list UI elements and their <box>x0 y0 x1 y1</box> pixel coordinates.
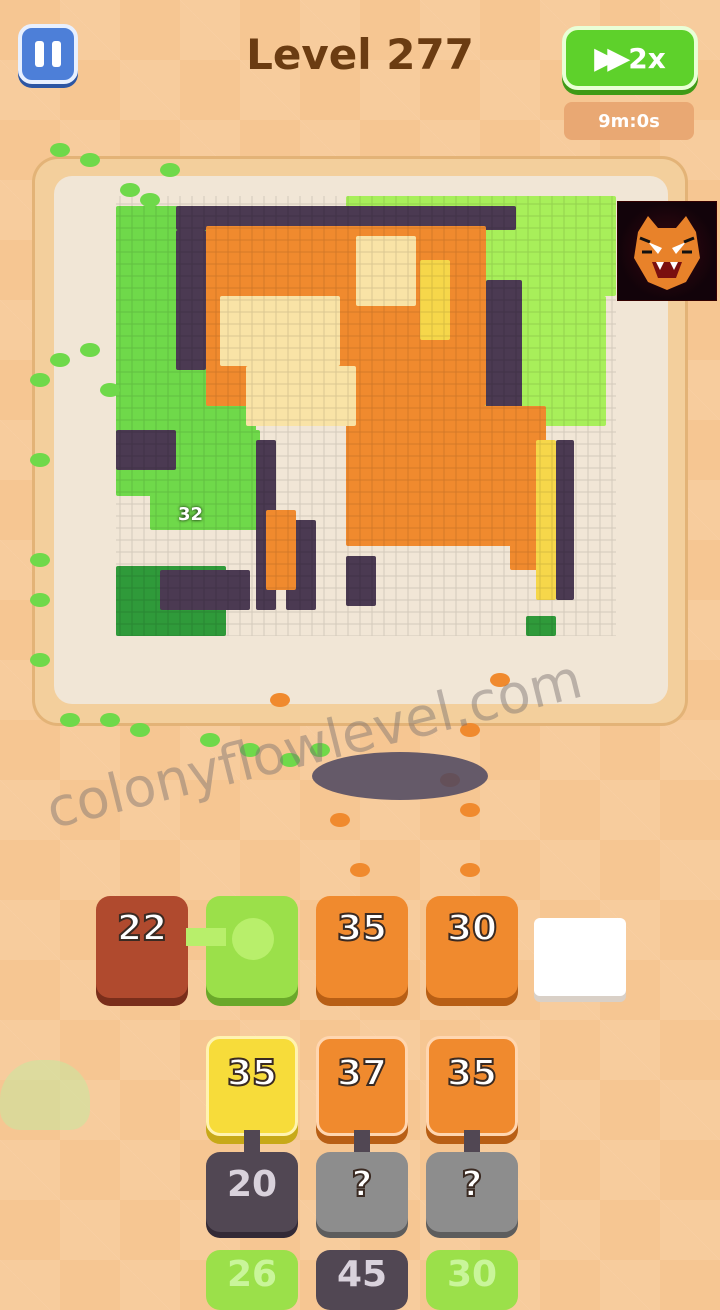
ant-icon <box>330 813 350 827</box>
slot-1[interactable]: 22 <box>96 896 188 998</box>
tiger-logo <box>617 201 717 301</box>
slot-2-knob <box>232 918 274 960</box>
queue-2-top[interactable]: 37 <box>316 1036 408 1136</box>
slot-3[interactable]: 35 <box>316 896 408 998</box>
ant-icon <box>140 193 160 207</box>
slot-4[interactable]: 30 <box>426 896 518 998</box>
slot-4-count: 30 <box>446 907 498 950</box>
ant-icon <box>30 553 50 567</box>
ant-icon <box>50 353 70 367</box>
queue-3-second-count: ? <box>461 1163 484 1206</box>
queue-3-second-hidden: ? <box>426 1152 518 1232</box>
ant-counter: 32 <box>178 504 204 525</box>
ant-icon <box>350 863 370 877</box>
ant-icon <box>100 383 120 397</box>
queue-2-third: 45 <box>316 1250 408 1310</box>
ant-icon <box>130 723 150 737</box>
ant-icon <box>30 373 50 387</box>
ant-icon <box>120 183 140 197</box>
queue-1-top[interactable]: 35 <box>206 1036 298 1136</box>
queue-2-second-count: ? <box>351 1163 374 1206</box>
decor-bush <box>0 1060 90 1130</box>
queue-1-count: 35 <box>226 1052 278 1095</box>
slot-3-count: 35 <box>336 907 388 950</box>
queue-1-third-count: 26 <box>226 1254 278 1295</box>
queue-2-count: 37 <box>336 1052 388 1095</box>
ant-icon <box>50 143 70 157</box>
ant-icon <box>160 163 180 177</box>
ant-hole <box>312 752 488 800</box>
ant-icon <box>270 693 290 707</box>
slot-2[interactable] <box>186 896 298 998</box>
queue-1-second-count: 20 <box>226 1164 278 1205</box>
ant-icon <box>460 863 480 877</box>
ant-icon <box>80 153 100 167</box>
ant-icon <box>100 713 120 727</box>
ant-icon <box>30 653 50 667</box>
ant-icon <box>460 803 480 817</box>
queue-2-second-hidden: ? <box>316 1152 408 1232</box>
slot-1-count: 22 <box>116 907 168 950</box>
ant-icon <box>30 593 50 607</box>
queue-1-second: 20 <box>206 1152 298 1232</box>
queue-2-third-count: 45 <box>336 1254 388 1295</box>
queue-3-third-count: 30 <box>446 1254 498 1295</box>
queue-3-top[interactable]: 35 <box>426 1036 518 1136</box>
queue-1-third: 26 <box>206 1250 298 1310</box>
ant-icon <box>80 343 100 357</box>
slot-2-arm <box>186 928 226 946</box>
ant-icon <box>30 453 50 467</box>
ant-icon <box>60 713 80 727</box>
tile-grid <box>116 196 616 636</box>
queue-3-third: 30 <box>426 1250 518 1310</box>
queue-3-count: 35 <box>446 1052 498 1095</box>
slot-5-empty[interactable] <box>534 918 626 996</box>
